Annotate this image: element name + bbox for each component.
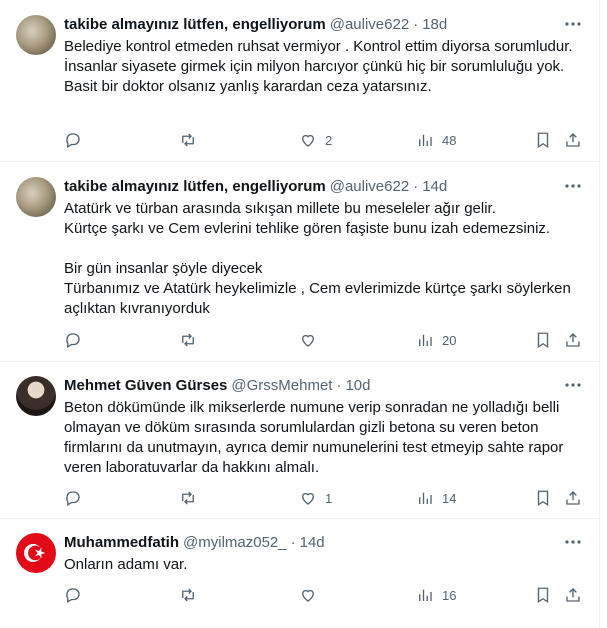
author-handle[interactable]: @GrssMehmet	[231, 376, 332, 396]
tweet-text: Onların adamı var.	[64, 556, 188, 573]
avatar[interactable]	[16, 15, 56, 55]
tweet-text: Beton dökümünde ilk mikserlerde numune v…	[64, 399, 568, 476]
repost-button[interactable]	[179, 489, 205, 507]
views-icon	[419, 492, 432, 504]
heart-icon	[302, 492, 314, 505]
repost-button[interactable]	[179, 331, 205, 349]
share-icon	[566, 133, 580, 147]
views-count: 16	[442, 587, 457, 603]
repost-icon	[182, 491, 194, 505]
tweet-header: takibe almayınız lütfen, engelliyorum @a…	[64, 177, 583, 197]
reply-button[interactable]	[64, 331, 90, 349]
tweet-header: takibe almayınız lütfen, engelliyorum @a…	[64, 15, 583, 35]
tweet-3[interactable]: Mehmet Güven Gürses @GrssMehmet · 10d Be…	[0, 362, 599, 519]
reply-icon	[66, 588, 80, 603]
repost-button[interactable]	[179, 586, 205, 604]
author-name[interactable]: Muhammedfatih	[64, 533, 179, 553]
timestamp[interactable]: 14d	[300, 533, 325, 553]
bookmark-icon	[537, 587, 549, 604]
tweet-actions: 20	[64, 330, 583, 350]
views-button[interactable]: 16	[416, 586, 456, 604]
reply-feed: takibe almayınız lütfen, engelliyorum @a…	[0, 0, 600, 628]
more-icon[interactable]	[563, 15, 583, 35]
repost-icon	[182, 333, 194, 347]
share-button[interactable]	[564, 331, 582, 349]
tweet-actions: 2 48	[64, 130, 583, 150]
share-button[interactable]	[564, 586, 582, 604]
share-button[interactable]	[564, 131, 582, 149]
tweet-4[interactable]: Muhammedfatih @myilmaz052_ · 14d Onların…	[0, 519, 599, 628]
more-icon[interactable]	[563, 376, 583, 396]
author-name[interactable]: Mehmet Güven Gürses	[64, 376, 227, 396]
like-count: 1	[325, 490, 333, 506]
views-count: 14	[442, 490, 457, 506]
author-name[interactable]: takibe almayınız lütfen, engelliyorum	[64, 15, 326, 35]
avatar[interactable]	[16, 376, 56, 416]
more-icon[interactable]	[563, 533, 583, 553]
timestamp[interactable]: 10d	[345, 376, 370, 396]
bookmark-button[interactable]	[534, 586, 552, 604]
like-count: 2	[325, 132, 333, 148]
views-count: 48	[442, 132, 457, 148]
reply-button[interactable]	[64, 131, 90, 149]
like-button[interactable]: 1	[299, 489, 332, 507]
reply-icon	[66, 491, 80, 506]
share-icon	[566, 491, 580, 505]
reply-icon	[66, 133, 80, 148]
views-icon	[419, 589, 432, 601]
views-button[interactable]: 48	[416, 131, 456, 149]
turkish-flag-icon	[24, 544, 46, 562]
share-button[interactable]	[564, 489, 582, 507]
reply-button[interactable]	[64, 489, 90, 507]
views-button[interactable]: 20	[416, 331, 456, 349]
bookmark-button[interactable]	[534, 331, 552, 349]
author-handle[interactable]: @aulive622	[330, 177, 409, 197]
timestamp[interactable]: 18d	[422, 15, 447, 35]
repost-icon	[182, 133, 194, 147]
views-button[interactable]: 14	[416, 489, 456, 507]
views-count: 20	[442, 332, 457, 348]
author-handle[interactable]: @myilmaz052_	[183, 533, 287, 553]
bookmark-icon	[537, 332, 549, 349]
separator-dot: ·	[290, 534, 296, 551]
separator-dot: ·	[413, 178, 419, 195]
heart-icon	[302, 334, 314, 347]
reply-icon	[66, 333, 80, 348]
share-icon	[566, 588, 580, 602]
bookmark-button[interactable]	[534, 131, 552, 149]
separator-dot: ·	[413, 16, 419, 33]
like-button[interactable]: 2	[299, 131, 332, 149]
heart-icon	[302, 589, 314, 602]
bookmark-icon	[537, 132, 549, 149]
bookmark-button[interactable]	[534, 489, 552, 507]
avatar[interactable]	[16, 177, 56, 217]
tweet-header: Mehmet Güven Gürses @GrssMehmet · 10d	[64, 376, 583, 396]
avatar[interactable]	[16, 533, 56, 573]
like-button[interactable]	[299, 331, 325, 349]
tweet-2[interactable]: takibe almayınız lütfen, engelliyorum @a…	[0, 162, 599, 362]
share-icon	[566, 333, 580, 347]
heart-icon	[302, 134, 314, 147]
like-button[interactable]	[299, 586, 325, 604]
tweet-actions: 16	[64, 585, 583, 605]
bookmark-icon	[537, 490, 549, 507]
separator-dot: ·	[336, 377, 342, 394]
more-icon[interactable]	[563, 177, 583, 197]
views-icon	[419, 334, 432, 346]
tweet-1[interactable]: takibe almayınız lütfen, engelliyorum @a…	[0, 0, 599, 162]
tweet-text: Belediye kontrol etmeden ruhsat vermiyor…	[64, 38, 573, 95]
tweet-header: Muhammedfatih @myilmaz052_ · 14d	[64, 533, 583, 553]
reply-button[interactable]	[64, 586, 90, 604]
author-handle[interactable]: @aulive622	[330, 15, 409, 35]
tweet-actions: 1 14	[64, 488, 583, 508]
timestamp[interactable]: 14d	[422, 177, 447, 197]
repost-icon	[182, 588, 194, 602]
views-icon	[419, 134, 432, 146]
repost-button[interactable]	[179, 131, 205, 149]
tweet-text: Atatürk ve türban arasında sıkışan mille…	[64, 200, 571, 317]
author-name[interactable]: takibe almayınız lütfen, engelliyorum	[64, 177, 326, 197]
